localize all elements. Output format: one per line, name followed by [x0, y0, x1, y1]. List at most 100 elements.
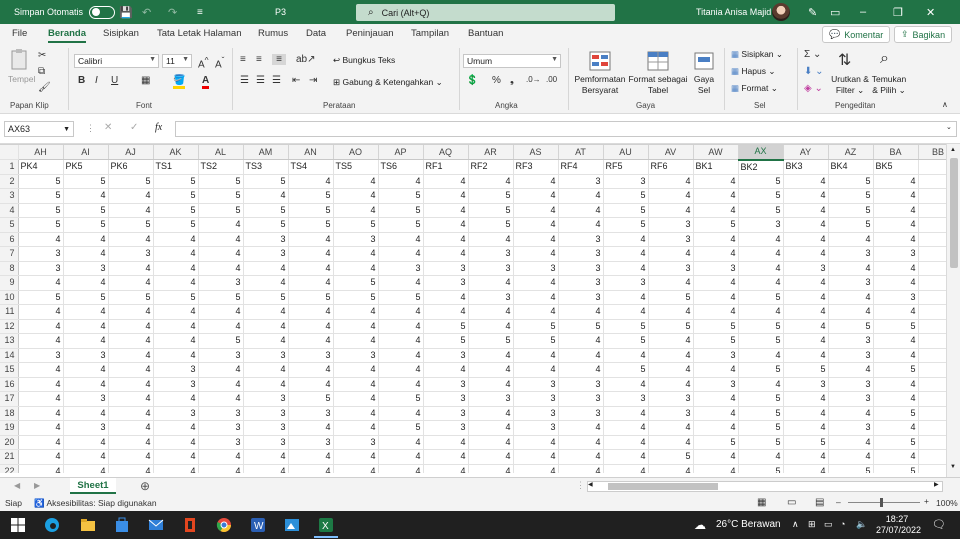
cell[interactable]: 4: [198, 232, 244, 247]
select-all-corner[interactable]: [0, 145, 19, 160]
cell[interactable]: 4: [783, 188, 829, 204]
accounting-format-icon[interactable]: 💲: [466, 75, 478, 86]
cancel-icon[interactable]: ✕: [104, 122, 112, 133]
cell[interactable]: 4: [423, 362, 469, 378]
minimize-icon[interactable]: –: [860, 0, 894, 24]
cell[interactable]: 4: [333, 188, 379, 204]
file-explorer-icon[interactable]: [80, 517, 96, 533]
column-header[interactable]: BB: [918, 145, 946, 160]
cell[interactable]: BK5: [873, 159, 919, 175]
store-icon[interactable]: [114, 517, 130, 533]
cell[interactable]: 3: [558, 261, 604, 276]
next-sheet-icon[interactable]: ▶: [34, 481, 40, 490]
cell[interactable]: 4: [828, 449, 874, 465]
cell[interactable]: 4: [783, 464, 829, 473]
tab-beranda[interactable]: Beranda: [48, 28, 87, 43]
zoom-in-icon[interactable]: +: [924, 496, 929, 506]
cell[interactable]: 5: [153, 290, 199, 305]
cell[interactable]: 5: [288, 203, 334, 218]
cell[interactable]: 4: [153, 435, 199, 450]
cell[interactable]: 3: [558, 290, 604, 305]
cell[interactable]: 5: [468, 203, 514, 218]
network-icon[interactable]: ⊞: [808, 519, 816, 530]
cell[interactable]: 4: [873, 333, 919, 349]
cell[interactable]: 5: [108, 217, 154, 233]
cell[interactable]: 5: [63, 203, 109, 218]
insert-cells-button[interactable]: ▦ Sisipkan ⌄: [731, 49, 783, 60]
cell[interactable]: 5: [198, 174, 244, 189]
cell[interactable]: 4: [423, 290, 469, 305]
cell[interactable]: 5: [648, 319, 694, 334]
cell[interactable]: 3: [468, 290, 514, 305]
avatar[interactable]: [772, 0, 790, 24]
cell[interactable]: 3: [828, 348, 874, 363]
cell[interactable]: 5: [378, 290, 424, 305]
pen-icon[interactable]: ✎: [808, 0, 817, 24]
cell[interactable]: 3: [63, 420, 109, 436]
cell[interactable]: 3: [783, 377, 829, 392]
cell[interactable]: [918, 232, 946, 247]
cell[interactable]: 3: [558, 174, 604, 189]
cell[interactable]: [918, 203, 946, 218]
cell[interactable]: [918, 435, 946, 450]
cell[interactable]: 4: [63, 319, 109, 334]
cell[interactable]: 3: [288, 348, 334, 363]
cell[interactable]: 4: [603, 377, 649, 392]
cell[interactable]: 4: [18, 333, 64, 349]
find-select-button[interactable]: Temukan & Pilih ⌄: [870, 74, 908, 96]
cell[interactable]: 4: [468, 464, 514, 473]
increase-indent-icon[interactable]: ⇥: [309, 75, 317, 86]
cell[interactable]: 4: [18, 377, 64, 392]
cell[interactable]: RF3: [513, 159, 559, 175]
cell[interactable]: 4: [873, 275, 919, 291]
cell[interactable]: 4: [108, 275, 154, 291]
cell[interactable]: [918, 362, 946, 378]
cell[interactable]: 3: [423, 348, 469, 363]
cell[interactable]: 5: [153, 188, 199, 204]
cell[interactable]: 4: [378, 304, 424, 320]
cell[interactable]: 4: [783, 275, 829, 291]
cell[interactable]: 5: [198, 203, 244, 218]
row-header[interactable]: 7: [0, 246, 19, 262]
cell[interactable]: 4: [108, 232, 154, 247]
cell[interactable]: PK5: [63, 159, 109, 175]
cell[interactable]: 3: [18, 348, 64, 363]
cell[interactable]: 4: [288, 377, 334, 392]
column-header[interactable]: AT: [558, 145, 604, 160]
cell[interactable]: 4: [18, 464, 64, 473]
volume-icon[interactable]: 🔈: [856, 519, 867, 530]
cell[interactable]: 4: [513, 217, 559, 233]
cell[interactable]: 4: [603, 420, 649, 436]
find-select-icon[interactable]: ⌕: [880, 50, 889, 68]
column-header[interactable]: AK: [153, 145, 199, 160]
cell[interactable]: 5: [513, 333, 559, 349]
cell[interactable]: 4: [783, 449, 829, 465]
prev-sheet-icon[interactable]: ◀: [14, 481, 20, 490]
cell[interactable]: 4: [648, 304, 694, 320]
cell[interactable]: 4: [693, 464, 739, 473]
cell[interactable]: 3: [423, 420, 469, 436]
font-name-select[interactable]: Calibri ▼: [74, 54, 159, 68]
cell[interactable]: 4: [513, 290, 559, 305]
cell[interactable]: 3: [693, 261, 739, 276]
cell[interactable]: 4: [513, 449, 559, 465]
cell[interactable]: 3: [333, 348, 379, 363]
orientation-icon[interactable]: ab↗: [296, 54, 316, 65]
decrease-indent-icon[interactable]: ⇤: [292, 75, 300, 86]
normal-view-icon[interactable]: ▦: [757, 497, 766, 508]
cell[interactable]: 4: [108, 333, 154, 349]
column-header[interactable]: AR: [468, 145, 514, 160]
cell[interactable]: 4: [603, 449, 649, 465]
cell[interactable]: 4: [603, 261, 649, 276]
cell[interactable]: 3: [288, 406, 334, 421]
cell[interactable]: 4: [243, 333, 289, 349]
row-header[interactable]: 17: [0, 391, 19, 407]
cell[interactable]: 4: [63, 406, 109, 421]
undo-icon[interactable]: ↶: [142, 0, 151, 24]
cell[interactable]: 4: [378, 449, 424, 465]
column-header[interactable]: AQ: [423, 145, 469, 160]
tab-file[interactable]: File: [12, 28, 27, 39]
sort-filter-icon[interactable]: ⇅: [838, 50, 851, 70]
cell[interactable]: 3: [423, 377, 469, 392]
cell[interactable]: 4: [378, 246, 424, 262]
